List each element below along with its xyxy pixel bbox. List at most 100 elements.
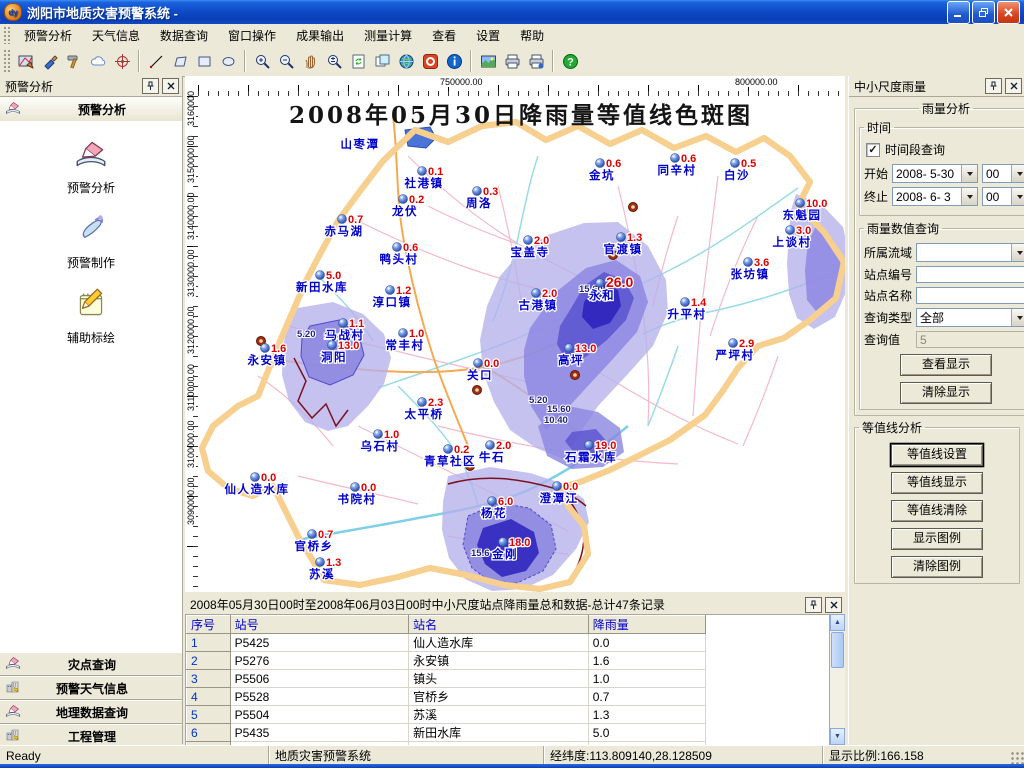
- copy-icon[interactable]: [370, 49, 394, 73]
- zoom-in-icon[interactable]: [250, 49, 274, 73]
- table-cell: 1.6: [588, 652, 705, 670]
- menu-item-1[interactable]: 天气信息: [82, 24, 150, 47]
- table-scrollbar[interactable]: ▲ ▼: [829, 614, 845, 745]
- right-panel-header: 中小尺度雨量: [849, 76, 1024, 97]
- basin-combo[interactable]: [916, 243, 1024, 262]
- close-icon[interactable]: [162, 78, 179, 94]
- pin-icon[interactable]: [985, 78, 1002, 94]
- station-name-input[interactable]: [916, 287, 1024, 304]
- close-icon[interactable]: [825, 597, 842, 613]
- toolbar-grip[interactable]: [3, 49, 11, 73]
- time-range-checkbox[interactable]: ✓: [866, 143, 880, 157]
- scroll-thumb[interactable]: [831, 632, 844, 668]
- left-panel-bar-0[interactable]: 灾点查询: [0, 652, 182, 676]
- pin-icon[interactable]: [142, 78, 159, 94]
- paint-icon[interactable]: [38, 49, 62, 73]
- scroll-up-icon[interactable]: ▲: [830, 614, 845, 631]
- contour-button-4[interactable]: 清除图例: [891, 556, 983, 578]
- menu-item-3[interactable]: 窗口操作: [218, 24, 286, 47]
- menu-item-6[interactable]: 查看: [422, 24, 466, 47]
- station-table-area: 序号站号站名降雨量 1P5425仙人造水库0.02P5276永安镇1.63P55…: [185, 614, 831, 747]
- table-column-header[interactable]: 站名: [409, 616, 589, 634]
- zoom-out-icon[interactable]: [274, 49, 298, 73]
- menu-item-2[interactable]: 数据查询: [150, 24, 218, 47]
- table-column-header[interactable]: 降雨量: [588, 616, 705, 634]
- query-button-1[interactable]: 清除显示: [900, 382, 992, 404]
- polygon-tool-icon[interactable]: [168, 49, 192, 73]
- station-value: 13.0: [575, 343, 596, 355]
- chevron-down-icon[interactable]: [1011, 165, 1024, 182]
- globe-icon[interactable]: [394, 49, 418, 73]
- table-row[interactable]: 6P5435新田水库5.0: [187, 724, 706, 742]
- station-table[interactable]: 序号站号站名降雨量 1P5425仙人造水库0.02P5276永安镇1.63P55…: [186, 615, 706, 747]
- left-panel-item-1[interactable]: 预警制作: [0, 210, 182, 271]
- print-icon[interactable]: [500, 49, 524, 73]
- chevron-down-icon[interactable]: [961, 188, 977, 205]
- map-analysis-icon[interactable]: [14, 49, 38, 73]
- chevron-down-icon[interactable]: [961, 165, 977, 182]
- table-row[interactable]: 5P5504苏溪1.3: [187, 706, 706, 724]
- station-name: 高坪: [558, 353, 584, 367]
- station-value: 1.6: [271, 343, 286, 355]
- menu-item-8[interactable]: 帮助: [510, 24, 554, 47]
- start-hour-combo[interactable]: 00: [982, 164, 1024, 183]
- minimize-button[interactable]: [947, 1, 970, 24]
- table-column-header[interactable]: 序号: [187, 616, 231, 634]
- title-bar[interactable]: dy 浏阳市地质灾害预警系统 -: [0, 0, 1024, 24]
- info-icon[interactable]: [442, 49, 466, 73]
- print-setup-icon[interactable]: [524, 49, 548, 73]
- toolbar-separator: [138, 50, 140, 72]
- close-icon[interactable]: [1005, 78, 1022, 94]
- scroll-down-icon[interactable]: ▼: [830, 728, 845, 745]
- refresh-icon[interactable]: [346, 49, 370, 73]
- menu-grip[interactable]: [3, 26, 11, 44]
- contour-button-2[interactable]: 等值线清除: [891, 500, 983, 522]
- menu-item-5[interactable]: 测量计算: [354, 24, 422, 47]
- restore-button[interactable]: [972, 1, 995, 24]
- left-panel-bar-1[interactable]: 预警天气信息: [0, 676, 182, 700]
- query-value-input[interactable]: 5: [916, 331, 1024, 348]
- left-panel-item-0[interactable]: 预警分析: [0, 135, 182, 196]
- table-row[interactable]: 1P5425仙人造水库0.0: [187, 634, 706, 652]
- chevron-down-icon[interactable]: [1011, 244, 1024, 261]
- left-panel-bar-2[interactable]: 地理数据查询: [0, 700, 182, 724]
- legend-image-icon[interactable]: [476, 49, 500, 73]
- map-canvas[interactable]: 5.2010.4015.605.2015.6010.4015.6 山枣潭0.1社…: [198, 96, 845, 592]
- menu-item-4[interactable]: 成果输出: [286, 24, 354, 47]
- contour-button-0[interactable]: 等值线设置: [891, 444, 983, 466]
- left-panel-item-2[interactable]: 辅助标绘: [0, 285, 182, 346]
- end-date-combo[interactable]: 2008- 6- 3: [892, 187, 978, 206]
- table-row[interactable]: 2P5276永安镇1.6: [187, 652, 706, 670]
- table-row[interactable]: 3P5506镇头1.0: [187, 670, 706, 688]
- rectangle-tool-icon[interactable]: [192, 49, 216, 73]
- table-row[interactable]: 4P5528官桥乡0.7: [187, 688, 706, 706]
- contour-button-3[interactable]: 显示图例: [891, 528, 983, 550]
- menu-item-7[interactable]: 设置: [466, 24, 510, 47]
- cloud-icon[interactable]: [86, 49, 110, 73]
- locate-icon[interactable]: [110, 49, 134, 73]
- zoom-extent-icon[interactable]: [322, 49, 346, 73]
- line-tool-icon[interactable]: [144, 49, 168, 73]
- chevron-down-icon[interactable]: [1011, 188, 1024, 205]
- left-panel-section-header[interactable]: 预警分析: [0, 97, 182, 123]
- pin-icon[interactable]: [805, 597, 822, 613]
- query-button-0[interactable]: 查看显示: [900, 354, 992, 376]
- start-date-combo[interactable]: 2008- 5-30: [892, 164, 978, 183]
- query-type-combo[interactable]: 全部: [916, 308, 1024, 327]
- table-column-header[interactable]: 站号: [230, 616, 409, 634]
- resize-grip[interactable]: [1010, 751, 1024, 765]
- chevron-down-icon[interactable]: [1011, 309, 1024, 326]
- close-button[interactable]: [997, 1, 1020, 24]
- stop-icon[interactable]: [418, 49, 442, 73]
- menu-item-0[interactable]: 预警分析: [14, 24, 82, 47]
- hammer-icon[interactable]: [62, 49, 86, 73]
- contour-button-1[interactable]: 等值线显示: [891, 472, 983, 494]
- basin-label: 所属流域: [864, 244, 916, 261]
- station-id-input[interactable]: [916, 266, 1024, 283]
- contour-value-label: 15.6: [471, 548, 490, 559]
- end-hour-combo[interactable]: 00: [982, 187, 1024, 206]
- ellipse-tool-icon[interactable]: [216, 49, 240, 73]
- help-icon[interactable]: ?: [558, 49, 582, 73]
- station-value: 0.2: [454, 444, 469, 456]
- pan-hand-icon[interactable]: [298, 49, 322, 73]
